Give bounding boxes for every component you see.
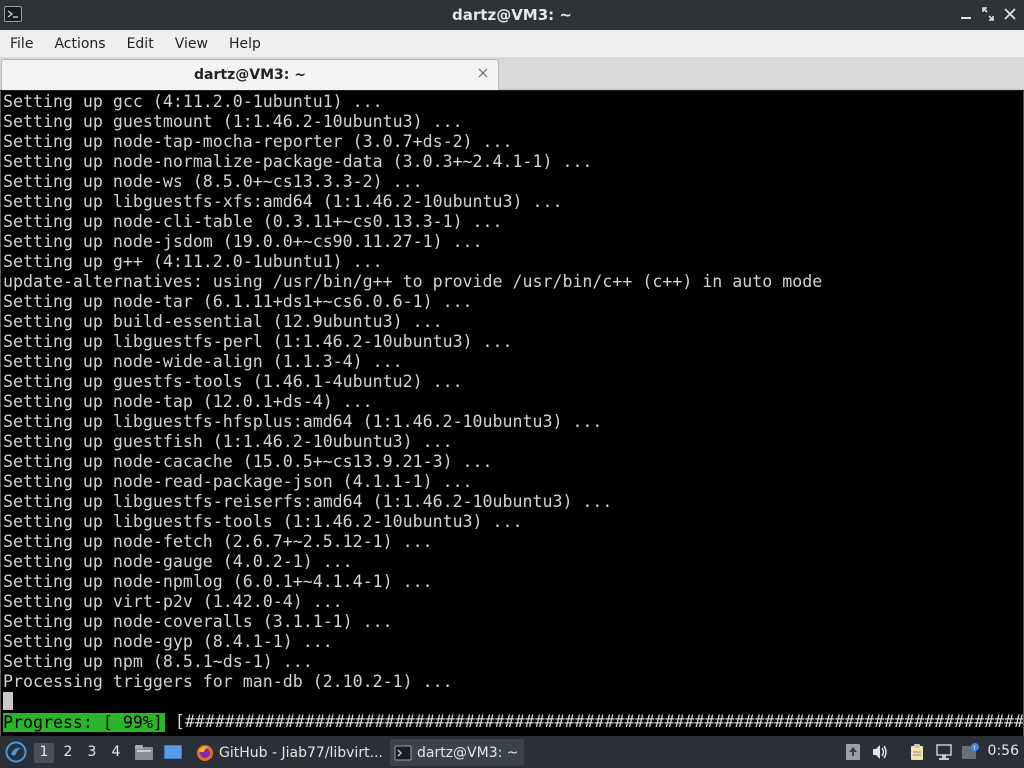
terminal-line: Setting up guestfs-tools (1.46.1-4ubuntu… (3, 372, 463, 391)
terminal-line: update-alternatives: using /usr/bin/g++ … (3, 272, 823, 291)
menu-edit[interactable]: Edit (127, 36, 154, 52)
apt-progress: Progress: [ 99%] [######################… (3, 712, 1024, 732)
terminal-line: Setting up libguestfs-perl (1:1.46.2-10u… (3, 332, 513, 351)
window-title: dartz@VM3: ~ (452, 6, 572, 24)
start-menu-icon[interactable] (5, 741, 27, 763)
task-firefox-github[interactable]: GitHub - Jiab77/libvirt... (192, 739, 386, 766)
terminal-line: Setting up node-tap-mocha-reporter (3.0.… (3, 132, 513, 151)
terminal-app-icon[interactable] (4, 6, 22, 22)
menu-file[interactable]: File (10, 36, 33, 52)
menu-actions[interactable]: Actions (54, 36, 105, 52)
terminal-line: Setting up guestfish (1:1.46.2-10ubuntu3… (3, 432, 453, 451)
task-terminal[interactable]: dartz@VM3: ~ (390, 739, 524, 766)
terminal-lines: Setting up gcc (4:11.2.0-1ubuntu1) ... Se… (3, 92, 822, 692)
menu-help[interactable]: Help (229, 36, 261, 52)
terminal-icon (394, 745, 412, 760)
workspace-1[interactable]: 1 (34, 743, 54, 763)
task-label: GitHub - Jiab77/libvirt... (219, 744, 383, 761)
tab-close-icon[interactable] (477, 67, 489, 79)
taskbar: 1 2 3 4 GitHub - Jiab77/libvirt... dartz… (0, 736, 1024, 768)
terminal-line: Setting up gcc (4:11.2.0-1ubuntu1) ... (3, 92, 383, 111)
terminal-line: Setting up node-tar (6.1.11+ds1+~cs6.0.6… (3, 292, 473, 311)
terminal-line: Setting up node-cacache (15.0.5+~cs13.9.… (3, 452, 493, 471)
minimize-icon[interactable] (960, 7, 972, 21)
maximize-icon[interactable] (982, 7, 994, 21)
terminal-line: Setting up node-jsdom (19.0.0+~cs90.11.2… (3, 232, 483, 251)
terminal-line: Setting up libguestfs-tools (1:1.46.2-10… (3, 512, 523, 531)
clock[interactable]: 0:56 (988, 743, 1019, 759)
task-label: dartz@VM3: ~ (417, 744, 519, 761)
terminal-line: Setting up node-normalize-package-data (… (3, 152, 593, 171)
terminal-line: Setting up node-tap (12.0.1+ds-4) ... (3, 392, 373, 411)
terminal-line: Setting up guestmount (1:1.46.2-10ubuntu… (3, 112, 463, 131)
close-icon[interactable] (1004, 7, 1016, 21)
terminal-output[interactable]: Setting up gcc (4:11.2.0-1ubuntu1) ... Se… (0, 91, 1024, 736)
terminal-line: Setting up libguestfs-hfsplus:amd64 (1:1… (3, 412, 603, 431)
volume-icon[interactable] (871, 743, 889, 761)
terminal-line: Setting up virt-p2v (1.42.0-4) ... (3, 592, 343, 611)
tab-terminal[interactable]: dartz@VM3: ~ (1, 59, 499, 90)
terminal-line: Setting up libguestfs-xfs:amd64 (1:1.46.… (3, 192, 563, 211)
show-desktop-icon[interactable] (162, 741, 184, 763)
terminal-line: Setting up node-cli-table (0.3.11+~cs0.1… (3, 212, 503, 231)
terminal-line: Setting up npm (8.5.1~ds-1) ... (3, 652, 313, 671)
terminal-line: Setting up g++ (4:11.2.0-1ubuntu1) ... (3, 252, 383, 271)
terminal-line: Setting up node-npmlog (6.0.1+~4.1.4-1) … (3, 572, 433, 591)
terminal-line: Setting up libguestfs-reiserfs:amd64 (1:… (3, 492, 613, 511)
menu-view[interactable]: View (175, 36, 208, 52)
workspace-3[interactable]: 3 (82, 743, 102, 763)
file-manager-icon[interactable] (133, 741, 155, 763)
terminal-line: Setting up node-wide-align (1.1.3-4) ... (3, 352, 403, 371)
update-notifier-icon[interactable] (844, 743, 862, 761)
workspace-4[interactable]: 4 (106, 743, 126, 763)
progress-label: Progress: [ 99%] (3, 712, 165, 732)
firefox-icon (197, 744, 213, 761)
menu-bar: File Actions Edit View Help (0, 30, 1024, 57)
tab-bar: dartz@VM3: ~ (0, 57, 1024, 90)
workspace-2[interactable]: 2 (58, 743, 78, 763)
tab-label: dartz@VM3: ~ (194, 67, 306, 83)
notification-icon[interactable]: ! (961, 743, 979, 761)
clipboard-icon[interactable] (908, 743, 926, 761)
terminal-line: Setting up node-read-package-json (4.1.1… (3, 472, 473, 491)
terminal-line: Setting up node-fetch (2.6.7+~2.5.12-1) … (3, 532, 433, 551)
network-icon[interactable] (935, 743, 953, 761)
window-titlebar[interactable]: dartz@VM3: ~ (0, 0, 1024, 30)
svg-text:!: ! (973, 745, 975, 752)
terminal-line: Setting up node-gyp (8.4.1-1) ... (3, 632, 333, 651)
terminal-line: Setting up node-coveralls (3.1.1-1) ... (3, 612, 393, 631)
terminal-line: Setting up build-essential (12.9ubuntu3)… (3, 312, 443, 331)
progress-bar: [#######################################… (174, 712, 1024, 731)
terminal-line: Setting up node-ws (8.5.0+~cs13.3.3-2) .… (3, 172, 423, 191)
terminal-line: Processing triggers for man-db (2.10.2-1… (3, 672, 453, 691)
terminal-cursor (3, 692, 13, 710)
terminal-line: Setting up node-gauge (4.0.2-1) ... (3, 552, 353, 571)
